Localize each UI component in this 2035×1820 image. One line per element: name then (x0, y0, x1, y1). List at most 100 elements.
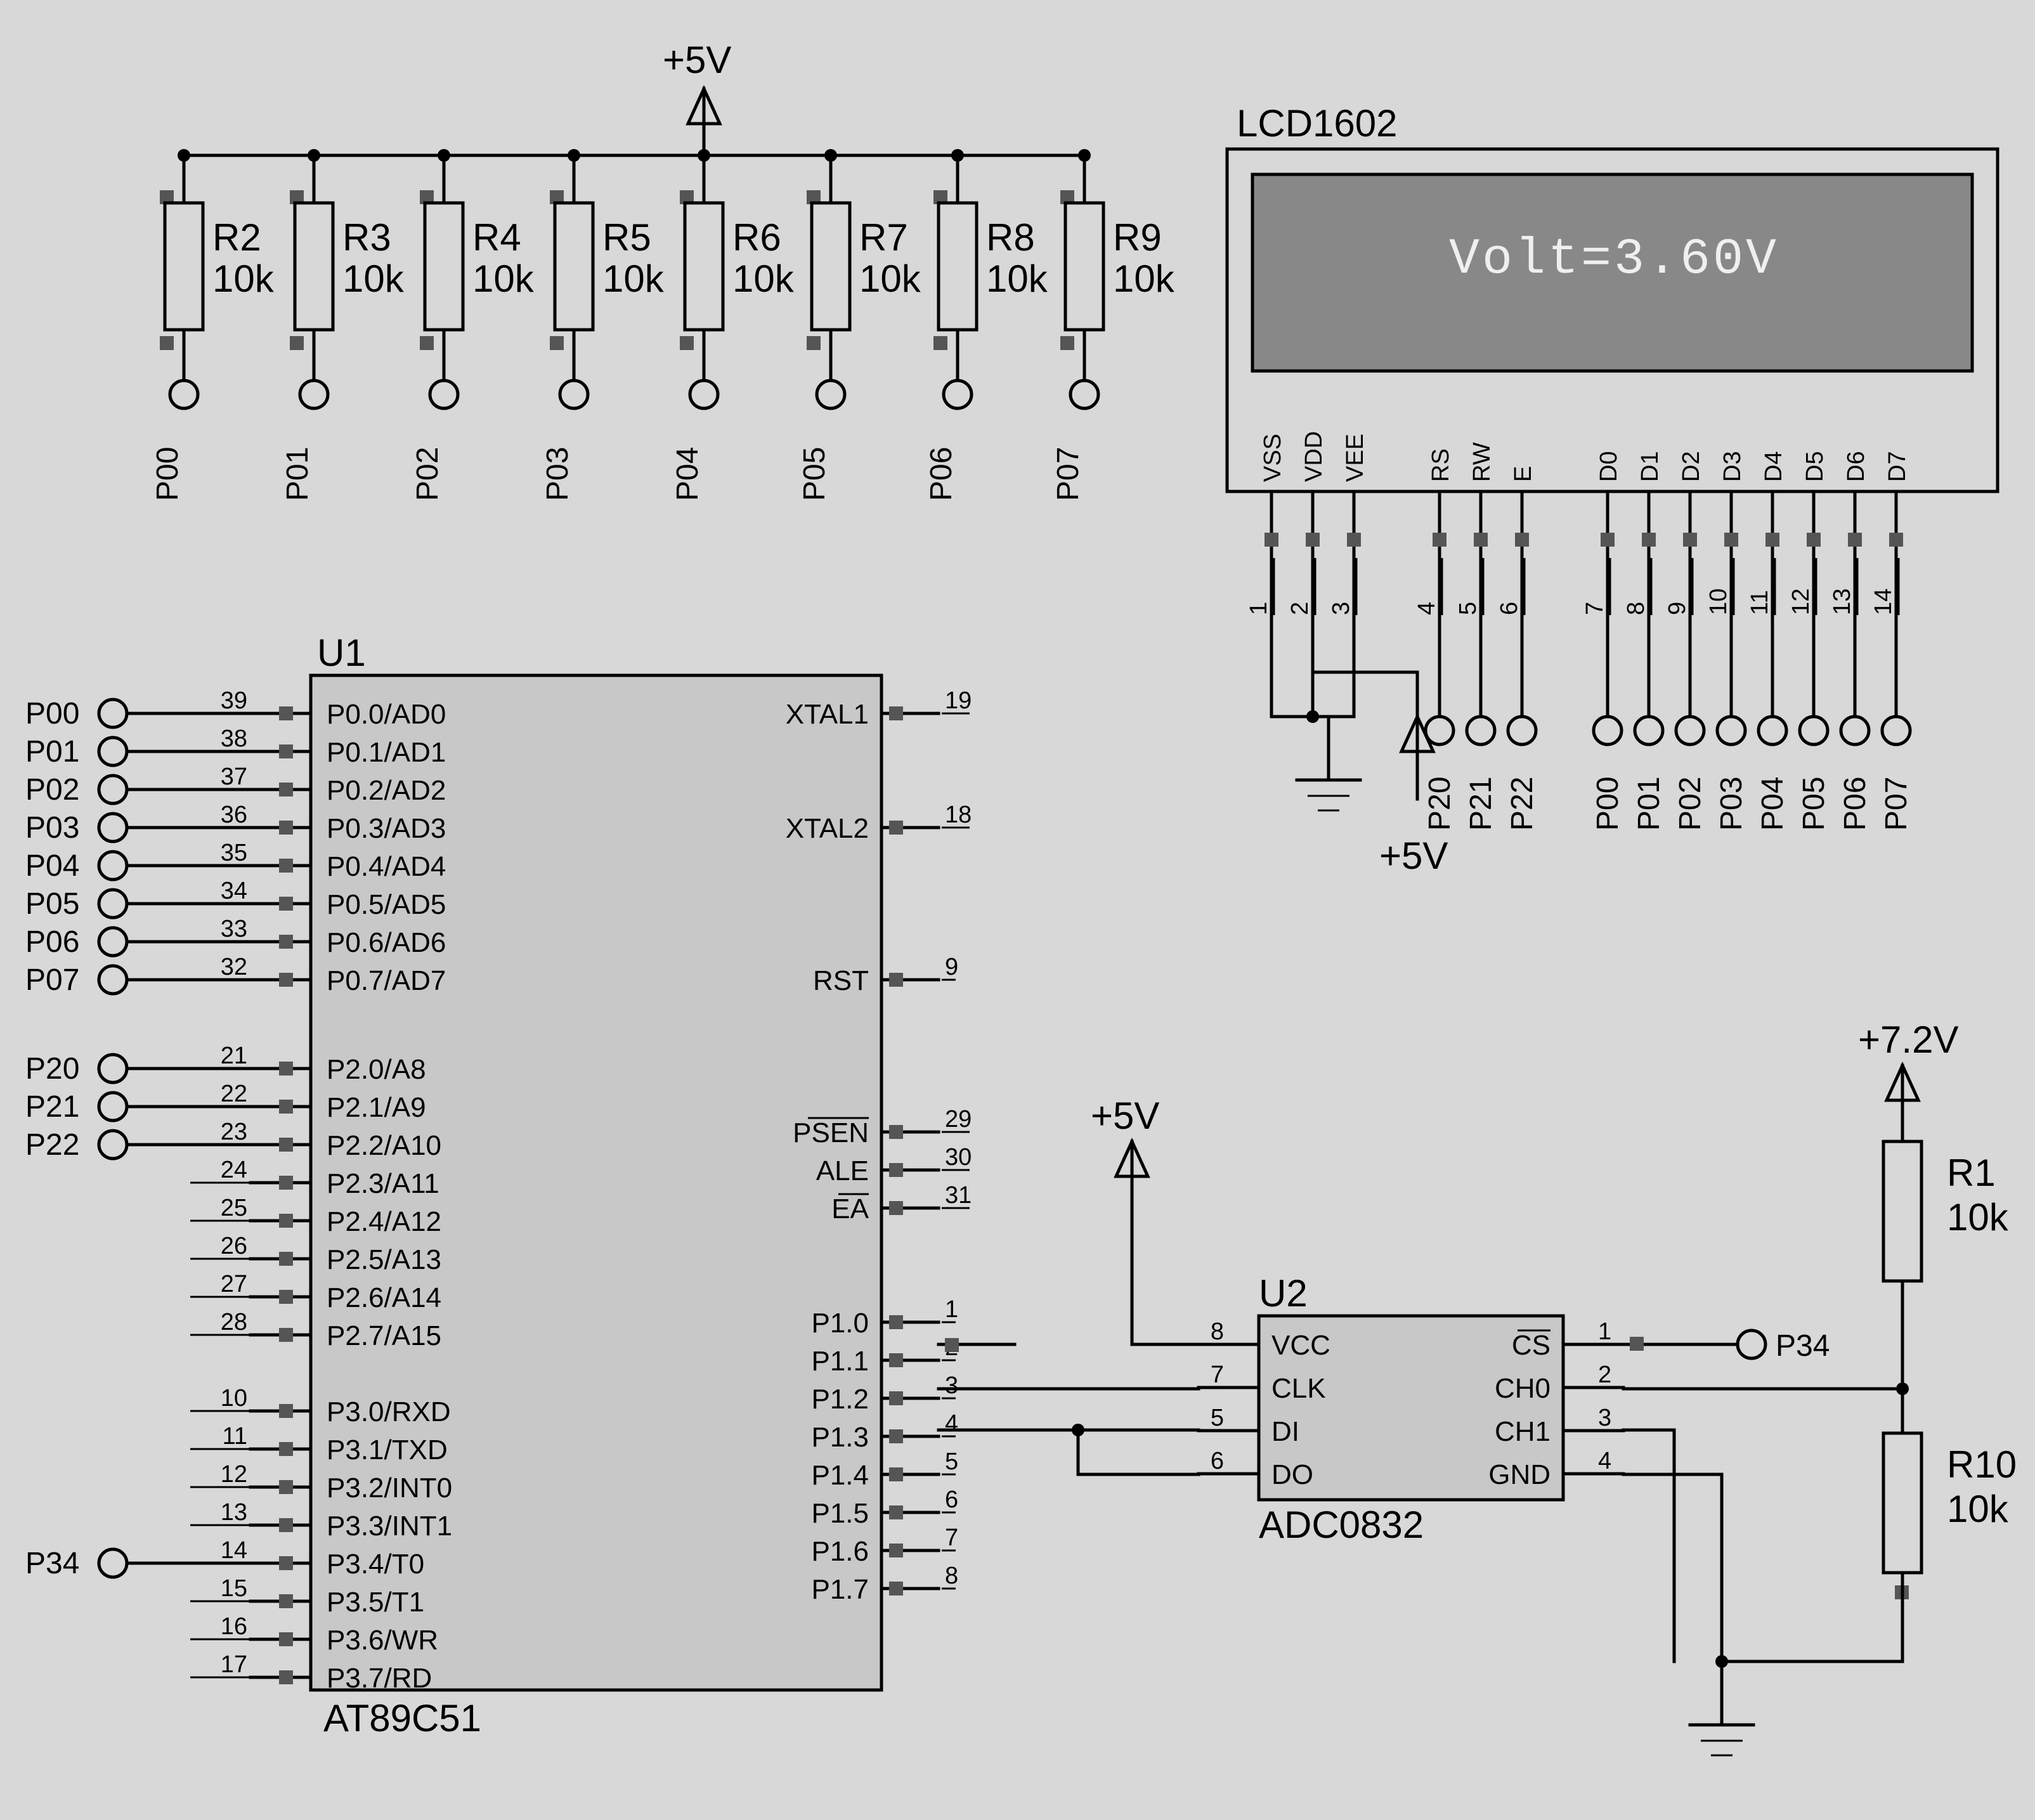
pin-number: 29 (945, 1106, 972, 1133)
pin-name: P0.1/AD1 (327, 737, 446, 768)
lcd-pin-num: 10 (1705, 588, 1732, 615)
pin-name: P3.3/INT1 (327, 1511, 452, 1542)
resistor-val: 10k (1113, 257, 1175, 300)
u2-ref: U2 (1259, 1272, 1308, 1315)
pin-number: 1 (945, 1296, 958, 1323)
lcd-pin-num: 11 (1746, 590, 1773, 615)
resistor-val: 10k (732, 257, 795, 300)
resistor-ref: R8 (986, 216, 1035, 259)
resistor-val: 10k (212, 257, 275, 300)
resistor-val: 10k (859, 257, 921, 300)
net-label: P07 (25, 963, 79, 997)
resistor-val: 10k (342, 257, 405, 300)
net-label: P21 (1464, 777, 1498, 831)
pin-name: P2.3/A11 (327, 1168, 439, 1199)
pin-number: 6 (945, 1486, 958, 1513)
rail-72v: +7.2V (1858, 1018, 1958, 1061)
lcd-pin-num: 1 (1245, 602, 1272, 615)
pin-name: P2.1/A9 (327, 1092, 426, 1123)
pin-name: DO (1271, 1459, 1313, 1490)
pin-number: 4 (945, 1410, 958, 1437)
lcd-pin-name: D2 (1678, 451, 1705, 482)
r1-ref: R1 (1947, 1152, 1996, 1194)
pin-number: 8 (1211, 1318, 1224, 1345)
pin-name: P0.4/AD4 (327, 851, 446, 882)
pin-number: 16 (221, 1613, 247, 1640)
lcd-text: Volt=3.60V (1449, 231, 1779, 289)
r10-val: 10k (1947, 1488, 2009, 1530)
net-label: P07 (1051, 447, 1085, 501)
pin-number: 22 (221, 1081, 247, 1107)
lcd-pin-num: 5 (1455, 602, 1481, 615)
pin-number: 1 (1598, 1318, 1611, 1345)
schematic-canvas: +5V R210kP00R310kP01R410kP02R510kP03R610… (0, 0, 2035, 1820)
adc-5v: +5V (1091, 1095, 1159, 1137)
pin-number: 31 (945, 1182, 972, 1209)
pin-number: 7 (1211, 1362, 1224, 1388)
pin-name: VCC (1271, 1330, 1330, 1361)
pin-name: P1.3 (811, 1422, 869, 1453)
lcd-pin-name: D3 (1719, 451, 1746, 482)
lcd-title: LCD1602 (1237, 102, 1398, 145)
pin-name: P0.5/AD5 (327, 889, 446, 920)
pin-number: 7 (945, 1524, 958, 1551)
resistor-ref: R2 (212, 216, 261, 259)
pin-name: P1.5 (811, 1498, 869, 1529)
net-label: P05 (25, 887, 79, 921)
pin-name: CS (1512, 1330, 1551, 1361)
lcd-pin-num: 13 (1829, 588, 1856, 615)
net-label: P01 (281, 447, 315, 501)
net-label: P00 (25, 697, 79, 731)
lcd-pin-name: RS (1427, 448, 1454, 482)
resistor-ref: R4 (472, 216, 521, 259)
lcd-pin-num: 3 (1328, 602, 1355, 615)
pin-name: P0.2/AD2 (327, 775, 446, 806)
pin-name: P3.1/TXD (327, 1434, 448, 1466)
net-label: P22 (1505, 777, 1539, 831)
net-label: P20 (25, 1052, 79, 1086)
net-label: P03 (25, 811, 79, 845)
pin-name: P0.7/AD7 (327, 965, 446, 996)
net-label: P06 (25, 925, 79, 959)
pin-number: 10 (221, 1385, 247, 1412)
resistor-val: 10k (602, 257, 665, 300)
pin-number: 34 (221, 878, 247, 904)
net-label: P06 (925, 447, 958, 501)
lcd-pin-num: 9 (1664, 602, 1691, 615)
pin-name: P2.5/A13 (327, 1244, 441, 1275)
net-label: P34 (25, 1547, 79, 1580)
pin-name: P2.7/A15 (327, 1320, 441, 1351)
pin-number: 6 (1211, 1448, 1224, 1474)
r10-ref: R10 (1947, 1443, 2017, 1486)
pin-number: 25 (221, 1195, 247, 1221)
cs-net-label: P34 (1776, 1329, 1830, 1363)
lcd-pin-name: D1 (1637, 451, 1663, 482)
pin-name: P0.6/AD6 (327, 927, 446, 958)
lcd-pin-num: 7 (1582, 602, 1608, 615)
pin-number: 17 (221, 1651, 247, 1678)
pin-name: P1.2 (811, 1384, 869, 1415)
u1-part: AT89C51 (323, 1697, 481, 1739)
r1-val: 10k (1947, 1196, 2009, 1238)
pin-name: P2.6/A14 (327, 1282, 441, 1313)
pin-number: 19 (945, 687, 972, 714)
pin-name: P3.0/RXD (327, 1396, 451, 1427)
pin-number: 13 (221, 1499, 247, 1526)
net-label: P20 (1423, 777, 1457, 831)
pin-name: P2.0/A8 (327, 1054, 426, 1085)
pin-number: 11 (223, 1423, 247, 1450)
pin-name: GND (1488, 1459, 1551, 1490)
lcd-pin-num: 2 (1287, 602, 1313, 615)
lcd-pin-num: 14 (1870, 588, 1897, 615)
lcd-pin-name: E (1510, 466, 1537, 482)
lcd-pin-num: 6 (1496, 602, 1523, 615)
pin-name: ALE (816, 1155, 869, 1186)
pin-name: P1.1 (811, 1346, 869, 1377)
resistor-val: 10k (472, 257, 535, 300)
pin-name: P2.2/A10 (327, 1130, 441, 1161)
resistor-ref: R6 (732, 216, 781, 259)
pin-name: P3.5/T1 (327, 1587, 424, 1618)
net-label: P02 (1674, 777, 1707, 831)
net-label: P21 (25, 1090, 79, 1124)
pin-name: EA (831, 1193, 869, 1225)
